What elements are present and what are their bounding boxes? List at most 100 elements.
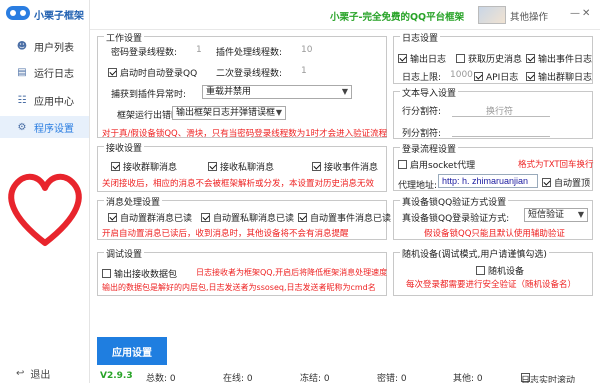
- top-bar: 小栗子-完全免费的QQ平台框架 其他操作 —✕: [90, 0, 600, 30]
- checkbox-box: [298, 213, 307, 222]
- second-login-threads-field[interactable]: 1: [301, 66, 307, 76]
- column-separator-field[interactable]: [452, 136, 550, 137]
- receive-event-msg-checkbox[interactable]: 接收事件消息: [312, 160, 378, 173]
- plugin-threads-field[interactable]: 10: [301, 45, 312, 55]
- auto-private-read-checkbox[interactable]: 自动置私聊消息已读: [201, 211, 294, 224]
- log-limit-field[interactable]: 1000: [450, 70, 473, 80]
- catch-exception-label: 捕获到插件异常时:: [111, 90, 187, 100]
- checkbox-box: [398, 54, 407, 63]
- sidebar-item-logs[interactable]: ▤ 运行日志: [0, 61, 89, 83]
- column-separator-label: 列分割符:: [402, 129, 442, 139]
- api-log-checkbox[interactable]: API日志: [474, 70, 518, 83]
- checkbox-label: 自动置群消息已读: [120, 214, 193, 224]
- work-settings-note: 对于真/假设备锁QQ、滑块，只有当密码登录线程数为1时才会进入验证流程: [102, 129, 388, 139]
- checkbox-label: 启动时自动登录QQ: [120, 69, 198, 79]
- proxy-format-note: 格式为TXT回车换行: [518, 160, 594, 170]
- pwd-login-threads-label: 密码登录线程数:: [111, 48, 178, 58]
- log-icon: ▤: [17, 66, 27, 78]
- group-title: 随机设备(调试模式,用户请谨慎勾选): [400, 247, 549, 260]
- checkbox-box: [312, 162, 321, 171]
- output-group-log-checkbox[interactable]: 输出群聊日志: [526, 70, 592, 83]
- auto-event-read-checkbox[interactable]: 自动置事件消息已读: [298, 211, 391, 224]
- second-login-threads-label: 二次登录线程数:: [216, 69, 283, 79]
- verify-method-select[interactable]: 短信验证 ▼: [524, 208, 588, 222]
- receive-private-msg-checkbox[interactable]: 接收私聊消息: [208, 160, 274, 173]
- sidebar-item-label: 运行日志: [34, 68, 74, 80]
- total-count: 总数: 0: [146, 374, 176, 383]
- debug-note-2: 输出的数据包是解好的内层包,日志发送者为ssoseq,日志发送者昵称为cmd名: [102, 283, 376, 292]
- checkbox-label: 接收事件消息: [324, 163, 379, 173]
- checkbox-box: [476, 266, 485, 275]
- checkbox-box: [526, 54, 535, 63]
- group-title: 日志设置: [400, 31, 441, 44]
- auto-login-checkbox[interactable]: 启动时自动登录QQ: [108, 66, 197, 79]
- checkbox-label: API日志: [486, 73, 519, 83]
- log-settings-group: 日志设置 输出日志 获取历史消息 输出事件日志 日志上限: 1000 API日志…: [393, 31, 593, 84]
- sidebar-item-users[interactable]: ☻ 用户列表: [0, 35, 89, 57]
- catch-exception-select[interactable]: 重载并禁用 ▼: [202, 85, 352, 99]
- checkbox-label: 获取历史消息: [468, 55, 523, 65]
- device-lock-verify-group: 真设备锁QQ验证方式设置 真设备锁QQ登录验证方式: 短信验证 ▼ 假设备锁QQ…: [393, 195, 593, 240]
- minimize-icon[interactable]: —: [570, 8, 582, 19]
- framework-error-select[interactable]: 输出框架日志并弹错误框 ▼: [172, 106, 286, 120]
- log-limit-label: 日志上限:: [402, 73, 442, 83]
- chevron-down-icon: ▼: [577, 210, 584, 219]
- receive-group-msg-checkbox[interactable]: 接收群聊消息: [111, 160, 177, 173]
- select-value: 重载并禁用: [206, 87, 252, 97]
- checkbox-label: 随机设备: [488, 267, 525, 277]
- chevron-down-icon: ▼: [275, 108, 282, 117]
- sidebar-item-app-center[interactable]: ☷ 应用中心: [0, 89, 89, 111]
- pwd-login-threads-field[interactable]: 1: [196, 45, 202, 55]
- checkbox-box: [398, 160, 407, 169]
- app-logo-icon: [6, 6, 30, 20]
- checkbox-box: [201, 213, 210, 222]
- log-autoscroll-checkbox[interactable]: 日志实时滚动: [521, 371, 575, 383]
- device-lock-note: 假设备锁QQ只能且默认使用辅助验证: [424, 229, 565, 239]
- version-label: V2.9.3: [100, 371, 133, 381]
- status-bar: V2.9.3 总数: 0 在线: 0 冻结: 0 密错: 0 其他: 0 日志实…: [90, 369, 600, 383]
- heart-decoration-icon: [8, 173, 82, 246]
- socket-proxy-checkbox[interactable]: 启用socket代理: [398, 158, 475, 171]
- group-title: 接收设置: [104, 141, 145, 154]
- checkbox-label: 自动置私聊消息已读: [213, 214, 295, 224]
- checkbox-label: 自动置事件消息已读: [310, 214, 392, 224]
- frozen-count: 冻结: 0: [300, 374, 330, 383]
- output-event-log-checkbox[interactable]: 输出事件日志: [526, 52, 592, 65]
- verify-method-label: 真设备锁QQ登录验证方式:: [402, 214, 510, 224]
- app-title: 小栗子框架: [34, 11, 84, 22]
- output-packets-checkbox[interactable]: 输出接收数据包: [102, 267, 177, 280]
- work-settings-group: 工作设置 密码登录线程数: 1 插件处理线程数: 10 启动时自动登录QQ 二次…: [97, 31, 388, 139]
- sidebar-item-label: 程序设置: [34, 123, 74, 135]
- random-device-note: 每次登录都需要进行安全验证（随机设备名）: [406, 280, 577, 290]
- other-operations-menu[interactable]: 其他操作: [510, 9, 548, 23]
- checkbox-label: 自动置顶: [554, 179, 591, 189]
- online-count: 在线: 0: [223, 374, 253, 383]
- group-title: 真设备锁QQ验证方式设置: [400, 195, 509, 208]
- logout-label: 退出: [30, 370, 51, 381]
- logout-button[interactable]: ↩ 退出: [16, 366, 50, 381]
- login-flow-group: 登录流程设置 启用socket代理 格式为TXT回车换行 代理地址: 自动置顶: [393, 142, 594, 191]
- close-icon[interactable]: ✕: [582, 8, 592, 19]
- output-log-checkbox[interactable]: 输出日志: [398, 52, 446, 65]
- apply-settings-button[interactable]: 应用设置: [97, 337, 167, 365]
- fetch-history-checkbox[interactable]: 获取历史消息: [456, 52, 522, 65]
- auto-pin-checkbox[interactable]: 自动置顶: [542, 176, 590, 189]
- sidebar: 小栗子框架 ☻ 用户列表 ▤ 运行日志 ☷ 应用中心 ⚙ 程序设置 ↩ 退出: [0, 0, 90, 383]
- checkbox-label: 接收群聊消息: [123, 163, 178, 173]
- message-processing-group: 消息处理设置 自动置群消息已读 自动置私聊消息已读 自动置事件消息已读 开启自动…: [97, 195, 391, 240]
- auto-group-read-checkbox[interactable]: 自动置群消息已读: [108, 211, 192, 224]
- user-icon: ☻: [16, 40, 28, 52]
- proxy-address-input[interactable]: [438, 174, 538, 188]
- random-device-checkbox[interactable]: 随机设备: [476, 264, 524, 277]
- group-title: 登录流程设置: [400, 142, 459, 155]
- checkbox-label: 输出事件日志: [538, 55, 593, 65]
- proxy-address-label: 代理地址:: [398, 181, 438, 191]
- sidebar-item-label: 用户列表: [34, 42, 74, 54]
- select-value: 短信验证: [528, 210, 565, 220]
- logout-icon: ↩: [16, 368, 25, 379]
- sidebar-item-settings[interactable]: ⚙ 程序设置: [0, 116, 89, 138]
- other-count: 其他: 0: [453, 374, 483, 383]
- debug-note-1: 日志接收者为框架QQ,开启后将降低框架消息处理速度: [196, 268, 388, 277]
- random-device-group: 随机设备(调试模式,用户请谨慎勾选) 随机设备 每次登录都需要进行安全验证（随机…: [393, 247, 593, 296]
- avatar[interactable]: [478, 6, 506, 24]
